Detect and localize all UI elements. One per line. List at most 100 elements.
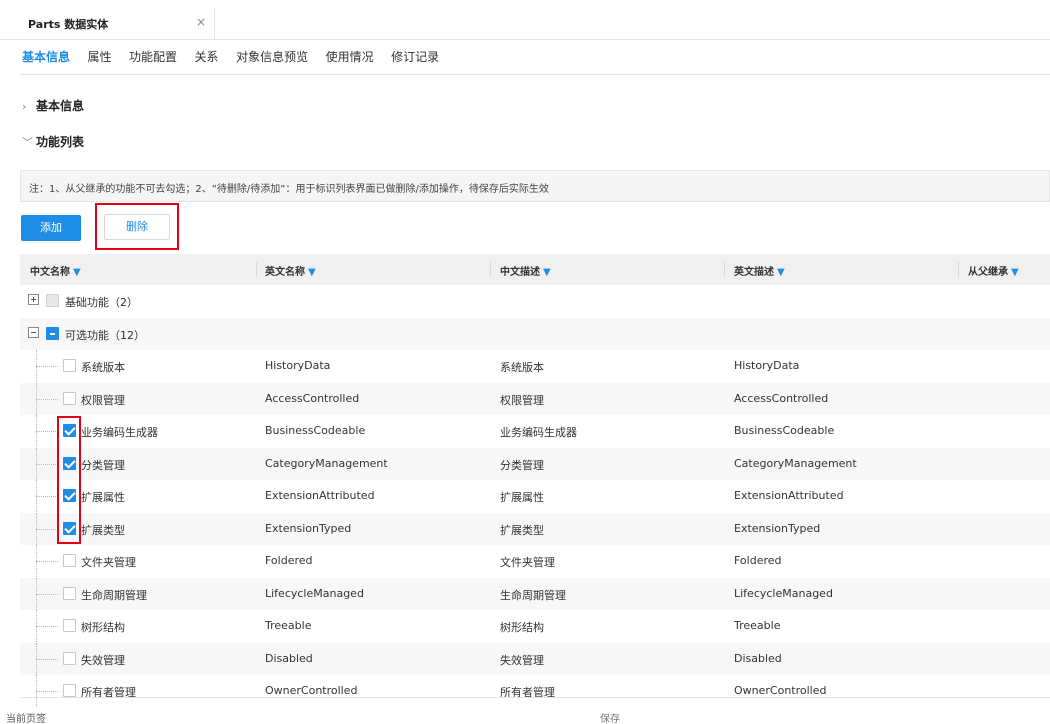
column-separator [958, 262, 959, 277]
cell-en-name: OwnerControlled [265, 684, 358, 697]
table-row[interactable]: 业务编码生成器 BusinessCodeable 业务编码生成器 BusinessCo… [20, 415, 1050, 448]
row-checkbox[interactable] [63, 651, 76, 665]
tree-line [36, 658, 58, 660]
checked-rows-highlight [57, 416, 81, 544]
cell-cn-name: 系统版本 [81, 361, 125, 374]
table-row[interactable]: 文件夹管理 Foldered 文件夹管理 Foldered [20, 545, 1050, 578]
tab-revision-history[interactable]: 修订记录 [391, 48, 439, 65]
group-checkbox[interactable] [46, 326, 59, 340]
cell-cn-name: 失效管理 [81, 653, 125, 667]
column-header-en-desc[interactable]: 英文描述 ▼ [734, 263, 785, 278]
tree-line [36, 561, 58, 562]
cell-cn-desc: 系统版本 [500, 361, 544, 374]
tree-line [36, 496, 58, 497]
cell-cn-desc: 文件夹管理 [500, 556, 555, 569]
add-button[interactable]: 添加 [21, 215, 81, 241]
tree-line [36, 626, 58, 627]
tab-object-preview[interactable]: 对象信息预览 [236, 48, 308, 65]
table-header: 中文名称 ▼ 英文名称 ▼ 中文描述 ▼ 英文描述 ▼ 从父继承 ▼ [20, 254, 1050, 285]
row-checkbox[interactable] [63, 619, 76, 632]
save-button[interactable]: 保存 [600, 710, 620, 724]
table-row[interactable]: 失效管理 Disabled 失效管理 Disabled [20, 642, 1050, 675]
cell-en-desc: Treeable [734, 619, 781, 632]
current-tab-label: 当前页签 [6, 714, 46, 724]
cell-en-desc: OwnerControlled [734, 684, 827, 697]
cell-en-name: ExtensionAttributed [265, 489, 375, 502]
expand-icon[interactable] [28, 294, 39, 305]
filter-icon[interactable]: ▼ [1011, 267, 1019, 278]
section-feature-list-label: 功能列表 [36, 135, 85, 149]
cell-en-name: AccessControlled [265, 391, 360, 405]
document-tab-title: Parts 数据实体 [28, 18, 109, 31]
cell-cn-desc: 权限管理 [500, 393, 544, 407]
row-checkbox[interactable] [63, 554, 76, 567]
row-checkbox[interactable] [63, 586, 76, 600]
cell-en-desc: ExtensionAttributed [734, 489, 844, 502]
cell-en-desc: CategoryManagement [734, 456, 857, 470]
table-row[interactable]: 所有者管理 OwnerControlled 所有者管理 OwnerControlled [20, 675, 1050, 708]
table-row[interactable]: 树形结构 Treeable 树形结构 Treeable [20, 610, 1050, 643]
cell-en-desc: LifecycleManaged [734, 586, 833, 600]
collapse-icon[interactable] [28, 326, 39, 338]
row-checkbox[interactable] [63, 684, 76, 697]
table-row[interactable]: 扩展属性 ExtensionAttributed 扩展属性 ExtensionAttr… [20, 480, 1050, 513]
cell-cn-desc: 分类管理 [500, 458, 544, 472]
row-checkbox[interactable] [63, 391, 76, 405]
column-header-inherited[interactable]: 从父继承 ▼ [968, 263, 1019, 278]
cell-cn-name: 分类管理 [81, 458, 125, 472]
tab-basic-info[interactable]: 基本信息 [22, 48, 70, 65]
filter-icon[interactable]: ▼ [777, 267, 785, 278]
close-icon[interactable]: × [196, 15, 206, 29]
column-separator [490, 262, 491, 277]
column-header-en-name[interactable]: 英文名称 ▼ [265, 263, 316, 278]
cell-cn-name: 扩展属性 [81, 491, 125, 504]
tab-relations[interactable]: 关系 [195, 48, 219, 65]
cell-en-name: Disabled [265, 651, 313, 665]
sub-tabs: 基本信息 属性 功能配置 关系 对象信息预览 使用情况 修订记录 [22, 48, 453, 68]
table-row[interactable]: 分类管理 CategoryManagement 分类管理 CategoryManage… [20, 447, 1050, 480]
divider [20, 697, 1050, 698]
cell-en-name: Treeable [265, 619, 312, 632]
cell-cn-name: 树形结构 [81, 621, 125, 634]
cell-cn-name: 生命周期管理 [81, 588, 147, 602]
section-basic-info[interactable]: › 基本信息 [22, 97, 84, 115]
tab-attributes[interactable]: 属性 [88, 48, 112, 65]
document-tab[interactable]: Parts 数据实体 × [20, 8, 215, 40]
tab-usage[interactable]: 使用情况 [326, 48, 374, 65]
column-separator [724, 262, 725, 277]
row-checkbox[interactable] [63, 359, 76, 372]
filter-icon[interactable]: ▼ [308, 267, 316, 278]
filter-icon[interactable]: ▼ [73, 267, 81, 278]
table-row[interactable]: 系统版本 HistoryData 系统版本 HistoryData [20, 350, 1050, 383]
cell-en-name: Foldered [265, 554, 313, 567]
group-checkbox [46, 294, 59, 307]
cell-en-desc: BusinessCodeable [734, 424, 835, 437]
group-row-basic: 基础功能（2） [20, 285, 1050, 318]
cell-cn-name: 权限管理 [81, 393, 125, 407]
column-header-cn-name[interactable]: 中文名称 ▼ [30, 263, 81, 278]
cell-en-desc: HistoryData [734, 359, 800, 372]
group-label: 可选功能（12） [65, 328, 145, 342]
table-row[interactable]: 扩展类型 ExtensionTyped 扩展类型 ExtensionTyped [20, 512, 1050, 545]
section-feature-list[interactable]: ﹀ 功能列表 [22, 133, 84, 151]
cell-cn-desc: 生命周期管理 [500, 588, 566, 602]
column-header-cn-desc[interactable]: 中文描述 ▼ [500, 263, 551, 278]
cell-en-desc: AccessControlled [734, 391, 829, 405]
chevron-right-icon: › [22, 100, 27, 113]
cell-en-desc: ExtensionTyped [734, 521, 821, 535]
cell-cn-desc: 失效管理 [500, 653, 544, 667]
divider [20, 74, 1050, 75]
tab-feature-config[interactable]: 功能配置 [129, 48, 177, 65]
filter-icon[interactable]: ▼ [543, 267, 551, 278]
tree-line [36, 366, 58, 367]
cell-cn-desc: 扩展类型 [500, 523, 544, 537]
tree-line [36, 431, 58, 432]
table-row[interactable]: 生命周期管理 LifecycleManaged 生命周期管理 LifecycleMan… [20, 577, 1050, 610]
cell-en-desc: Foldered [734, 554, 782, 567]
cell-en-name: LifecycleManaged [265, 586, 364, 600]
table-row[interactable]: 权限管理 AccessControlled 权限管理 AccessControlled [20, 382, 1050, 415]
tree-line [36, 593, 58, 595]
document-tab-bar: Parts 数据实体 × [0, 8, 1050, 40]
cell-cn-name: 业务编码生成器 [81, 426, 158, 439]
group-row-optional: 可选功能（12） [20, 317, 1050, 350]
